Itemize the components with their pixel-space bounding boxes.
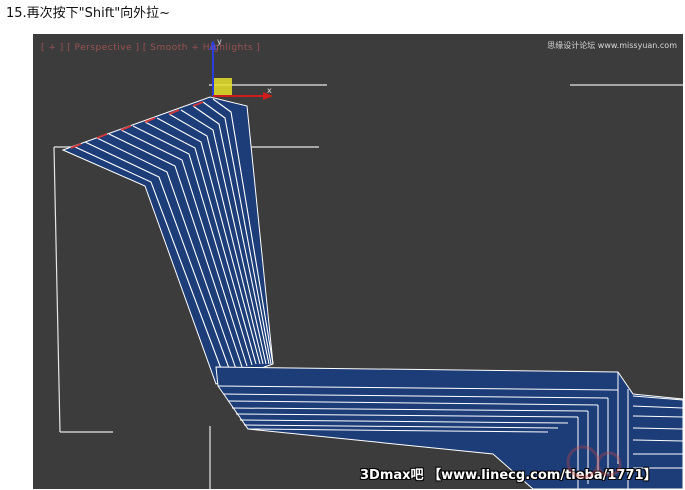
watermark-stamp-logo: [561, 438, 631, 488]
viewport-scene[interactable]: [33, 34, 683, 489]
gizmo-xy-plane[interactable]: [213, 78, 232, 96]
left-vertical-line: [53, 146, 61, 433]
3d-viewport[interactable]: [ + ] [ Perspective ] [ Smooth + Highlig…: [33, 34, 683, 489]
gizmo-y-label: y: [217, 37, 222, 46]
step-caption: 15.再次按下"Shift"向外拉~: [6, 6, 171, 21]
gizmo-x-label: x: [267, 86, 272, 95]
watermark-top: 思缘设计论坛 www.missyuan.com: [547, 41, 677, 50]
extruded-mesh[interactable]: [61, 96, 683, 489]
mesh-diagonal-body[interactable]: [61, 96, 274, 385]
viewport-label[interactable]: [ + ] [ Perspective ] [ Smooth + Highlig…: [41, 43, 260, 53]
